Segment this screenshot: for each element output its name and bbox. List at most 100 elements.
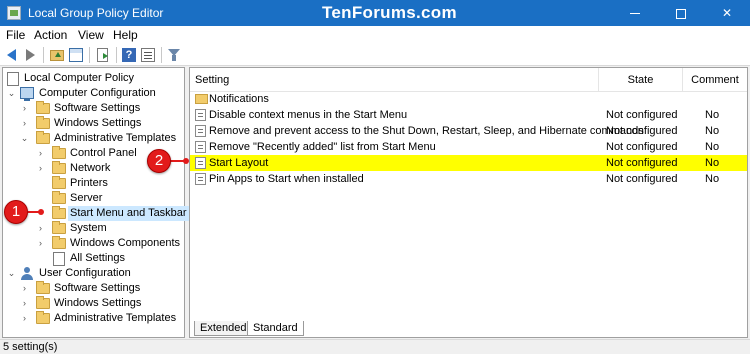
tree-item-label: All Settings: [70, 252, 126, 264]
folder-icon: [52, 161, 66, 174]
tree-item-system[interactable]: › System: [7, 221, 183, 236]
callout-badge-2: 2: [147, 149, 171, 173]
tree-item-software-settings[interactable]: › Software Settings: [7, 101, 183, 116]
tree-item-user-administrative-templates[interactable]: › Administrative Templates: [7, 311, 183, 326]
help-icon: ?: [122, 48, 136, 62]
tree-item-label: Computer Configuration: [39, 87, 156, 99]
minimize-icon: [630, 13, 640, 15]
policy-setting-icon: [195, 109, 206, 121]
tree-item-label: Printers: [70, 177, 108, 189]
table-row[interactable]: Remove and prevent access to the Shut Do…: [190, 123, 747, 139]
setting-state: Not configured: [606, 125, 678, 137]
toolbar-separator: [161, 47, 162, 63]
watermark-text: TenForums.com: [322, 3, 457, 22]
chevron-right-icon[interactable]: ›: [36, 146, 45, 161]
chevron-down-icon[interactable]: ⌄: [7, 86, 16, 101]
status-bar: 5 setting(s): [0, 339, 750, 354]
chevron-right-icon[interactable]: ›: [20, 281, 29, 296]
minimize-button[interactable]: [612, 0, 658, 26]
folder-icon: [52, 206, 66, 219]
computer-icon: [20, 87, 34, 101]
filter-icon: [168, 49, 180, 61]
up-folder-icon: [50, 50, 64, 61]
show-hide-tree-button[interactable]: [68, 47, 84, 63]
tab-extended[interactable]: Extended: [194, 321, 253, 336]
menu-action[interactable]: Action: [34, 28, 67, 42]
maximize-button[interactable]: [658, 0, 704, 26]
table-row[interactable]: Pin Apps to Start when installed Not con…: [190, 171, 747, 187]
up-one-level-button[interactable]: [49, 47, 65, 63]
tree-item-administrative-templates[interactable]: ⌄ Administrative Templates: [7, 131, 183, 146]
maximize-icon: [676, 8, 686, 19]
tree-item-user-windows-settings[interactable]: › Windows Settings: [7, 296, 183, 311]
forward-button[interactable]: [22, 47, 38, 63]
folder-icon: [52, 221, 66, 234]
chevron-right-icon[interactable]: ›: [20, 116, 29, 131]
tree-item-label: Control Panel: [70, 147, 137, 159]
show-hide-tree-icon: [69, 48, 83, 62]
menu-view[interactable]: View: [78, 28, 104, 42]
menu-file[interactable]: File: [6, 28, 25, 42]
tree-item-user-configuration[interactable]: ⌄ User Configuration: [7, 266, 183, 281]
setting-state: Not configured: [606, 109, 678, 121]
tree-item-label: Administrative Templates: [54, 312, 177, 324]
close-button[interactable]: ✕: [704, 0, 750, 26]
forward-arrow-icon: [26, 49, 35, 61]
folder-icon: [52, 176, 66, 189]
chevron-right-icon[interactable]: ›: [20, 101, 29, 116]
menu-help[interactable]: Help: [113, 28, 138, 42]
chevron-right-icon[interactable]: ›: [20, 296, 29, 311]
folder-icon: [36, 131, 50, 144]
tree-item-user-software-settings[interactable]: › Software Settings: [7, 281, 183, 296]
tree-item-start-menu-and-taskbar[interactable]: Start Menu and Taskbar: [7, 206, 189, 221]
folder-icon: [36, 101, 50, 114]
export-list-button[interactable]: [95, 47, 111, 63]
navigation-tree: Local Computer Policy ⌄ Computer Configu…: [2, 67, 189, 338]
chevron-down-icon[interactable]: ⌄: [20, 131, 29, 146]
column-header-comment[interactable]: Comment: [683, 68, 747, 92]
setting-name: Start Layout: [209, 157, 269, 169]
toolbar-separator: [116, 47, 117, 63]
tree-item-windows-components[interactable]: › Windows Components: [7, 236, 183, 251]
policy-setting-icon: [195, 157, 206, 169]
tab-standard[interactable]: Standard: [247, 321, 304, 336]
tree-item-label: User Configuration: [39, 267, 131, 279]
tree-item-label: Start Menu and Taskbar: [68, 206, 189, 221]
tree-item-computer-configuration[interactable]: ⌄ Computer Configuration: [7, 86, 183, 101]
tree-item-server[interactable]: Server: [7, 191, 183, 206]
list-header: Setting State Comment: [190, 68, 747, 92]
setting-name: Remove "Recently added" list from Start …: [209, 141, 436, 153]
table-row-start-layout[interactable]: Start Layout Not configured No: [190, 155, 747, 171]
chevron-right-icon[interactable]: ›: [36, 221, 45, 236]
properties-button[interactable]: [140, 47, 156, 63]
chevron-right-icon[interactable]: ›: [36, 161, 45, 176]
folder-icon: [36, 116, 50, 129]
tree-item-label: Windows Settings: [54, 117, 142, 129]
tree-item-all-settings[interactable]: All Settings: [7, 251, 183, 266]
help-button[interactable]: ?: [121, 47, 137, 63]
back-button[interactable]: [4, 47, 20, 63]
toolbar-separator: [43, 47, 44, 63]
column-header-setting[interactable]: Setting: [190, 68, 599, 92]
list-item-notifications[interactable]: Notifications: [190, 91, 747, 107]
filter-button[interactable]: [166, 47, 182, 63]
table-row[interactable]: Remove "Recently added" list from Start …: [190, 139, 747, 155]
folder-icon: [36, 311, 50, 324]
chevron-down-icon[interactable]: ⌄: [7, 266, 16, 281]
tree-item-windows-settings[interactable]: › Windows Settings: [7, 116, 183, 131]
table-row[interactable]: Disable context menus in the Start Menu …: [190, 107, 747, 123]
callout-2-dot: [183, 158, 189, 164]
tree-item-printers[interactable]: Printers: [7, 176, 183, 191]
folder-icon: [36, 296, 50, 309]
view-tabs: Extended Standard: [190, 320, 747, 337]
tree-item-label: Server: [70, 192, 103, 204]
chevron-right-icon[interactable]: ›: [20, 311, 29, 326]
tree-item-local-computer-policy[interactable]: Local Computer Policy: [7, 71, 183, 86]
window-title: Local Group Policy Editor: [28, 6, 164, 20]
chevron-right-icon[interactable]: ›: [36, 236, 45, 251]
tree-item-label: Administrative Templates: [54, 132, 177, 144]
setting-name: Disable context menus in the Start Menu: [209, 109, 408, 121]
column-header-state[interactable]: State: [599, 68, 683, 92]
group-policy-app-icon: [7, 6, 21, 20]
tree-item-label: System: [70, 222, 107, 234]
